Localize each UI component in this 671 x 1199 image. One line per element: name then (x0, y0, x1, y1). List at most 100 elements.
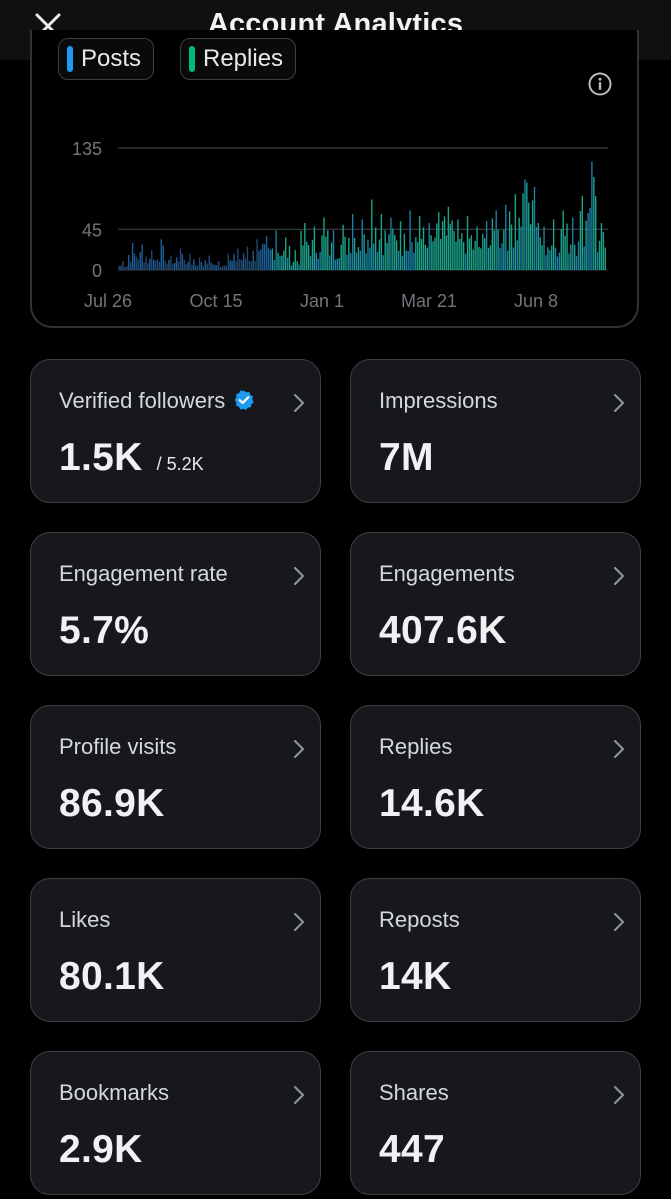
metric-label: Impressions (379, 388, 498, 414)
chart-bar (373, 243, 375, 270)
chart-bar (524, 179, 526, 270)
chevron-right-icon (613, 1085, 625, 1105)
chart-bar (304, 223, 306, 270)
chart-bar (216, 265, 218, 270)
chart-bar (265, 235, 268, 270)
chart-bar (357, 247, 360, 270)
chart-bar (529, 224, 532, 270)
chart-bar (405, 250, 407, 270)
chart-bar (499, 248, 501, 270)
chip-replies[interactable]: Replies (180, 38, 297, 80)
chart-bar (480, 248, 482, 270)
metric-label: Reposts (379, 907, 460, 933)
chart-bar (313, 226, 316, 270)
chart-bar (233, 253, 235, 270)
metric-label: Verified followers (59, 388, 255, 414)
metric-card-replies[interactable]: Replies 14.6K (350, 705, 641, 849)
chart-bar (556, 256, 559, 270)
metric-label: Replies (379, 734, 452, 760)
chip-posts-label: Posts (81, 45, 142, 72)
x-tick-label: Oct 15 (189, 291, 242, 311)
chart-bar (604, 247, 606, 270)
chart-bar (269, 249, 272, 270)
chart-bar (434, 237, 436, 270)
chart-bar (506, 250, 509, 270)
chart-bar (371, 199, 373, 270)
metric-card-shares[interactable]: Shares 447 (350, 1051, 641, 1195)
metric-value-text: 5.7% (59, 609, 150, 652)
chart-bar (484, 238, 486, 270)
chart-bar (237, 248, 239, 270)
chart-bar (512, 247, 515, 270)
chart-bar (394, 234, 396, 270)
chart-bar (296, 261, 298, 270)
chart-bar (482, 233, 484, 270)
chart-bar (242, 253, 245, 270)
chevron-right-icon (613, 393, 625, 413)
chart-bar (600, 223, 603, 270)
replies-color-swatch (189, 46, 195, 72)
chart-bar (417, 242, 419, 270)
chart-bar (570, 244, 572, 270)
chart-bar (399, 221, 402, 270)
metric-card-verified-followers[interactable]: Verified followers 1.5K / 5.2K (30, 359, 321, 503)
chart-bar (327, 230, 329, 270)
chart-bar (539, 237, 541, 270)
chart-bar (426, 247, 429, 270)
chart-bar (191, 264, 193, 270)
chart-bar (558, 252, 561, 270)
chart-bar (595, 196, 597, 270)
chart-bar (307, 245, 310, 270)
metric-card-engagement-rate[interactable]: Engagement rate 5.7% (30, 532, 321, 676)
metric-card-profile-visits[interactable]: Profile visits 86.9K (30, 705, 321, 849)
chart-bar (522, 193, 524, 270)
chart-bar (495, 210, 497, 270)
info-icon[interactable] (587, 71, 613, 97)
chart-bar (491, 218, 494, 270)
chart-bar (547, 247, 549, 270)
metric-card-bookmarks[interactable]: Bookmarks 2.9K (30, 1051, 321, 1195)
metric-value: 14.6K (379, 782, 485, 826)
metric-value-text: 14K (379, 955, 452, 998)
chart-bar (170, 255, 172, 270)
chart-bar (432, 241, 434, 270)
chart-bar (533, 186, 536, 270)
chart-bar (470, 235, 473, 270)
chart-bar (196, 265, 199, 270)
chart-bar (235, 261, 237, 270)
metric-card-reposts[interactable]: Reposts 14K (350, 878, 641, 1022)
chart-bar (554, 247, 557, 270)
chart-bar (388, 234, 390, 270)
chart-bar (549, 250, 551, 270)
metric-value-text: 2.9K (59, 1128, 143, 1171)
metric-value-text: 1.5K (59, 436, 143, 479)
chart-bar (445, 235, 448, 270)
chart-bar (244, 258, 247, 270)
chevron-right-icon (613, 912, 625, 932)
chart-bar (223, 265, 226, 270)
chart-bar (497, 229, 499, 270)
verified-badge-icon (235, 390, 254, 410)
chart-bar (290, 265, 293, 270)
chart-bar (139, 252, 141, 270)
chart-bar (380, 213, 383, 270)
chart-bar (392, 228, 394, 270)
metric-value: 14K (379, 955, 451, 999)
chart-bar (210, 262, 212, 270)
chart-bar (240, 259, 243, 270)
chart-bar (156, 259, 159, 270)
metric-total-text: / 5.2K (156, 454, 204, 474)
metric-card-impressions[interactable]: Impressions 7M (350, 359, 641, 503)
chart-bar (501, 243, 503, 270)
chart-bar (455, 241, 457, 270)
x-tick-label: Mar 21 (401, 291, 457, 311)
chart-bar (306, 241, 308, 270)
chip-posts[interactable]: Posts (58, 38, 155, 80)
chart-bar (260, 249, 262, 270)
metric-card-likes[interactable]: Likes 80.1K (30, 878, 321, 1022)
chart-bar (141, 244, 143, 270)
x-tick-label: Jul 26 (84, 291, 132, 311)
metric-card-engagements[interactable]: Engagements 407.6K (350, 532, 641, 676)
chart-bar (294, 250, 296, 270)
chart-bar (568, 253, 570, 270)
